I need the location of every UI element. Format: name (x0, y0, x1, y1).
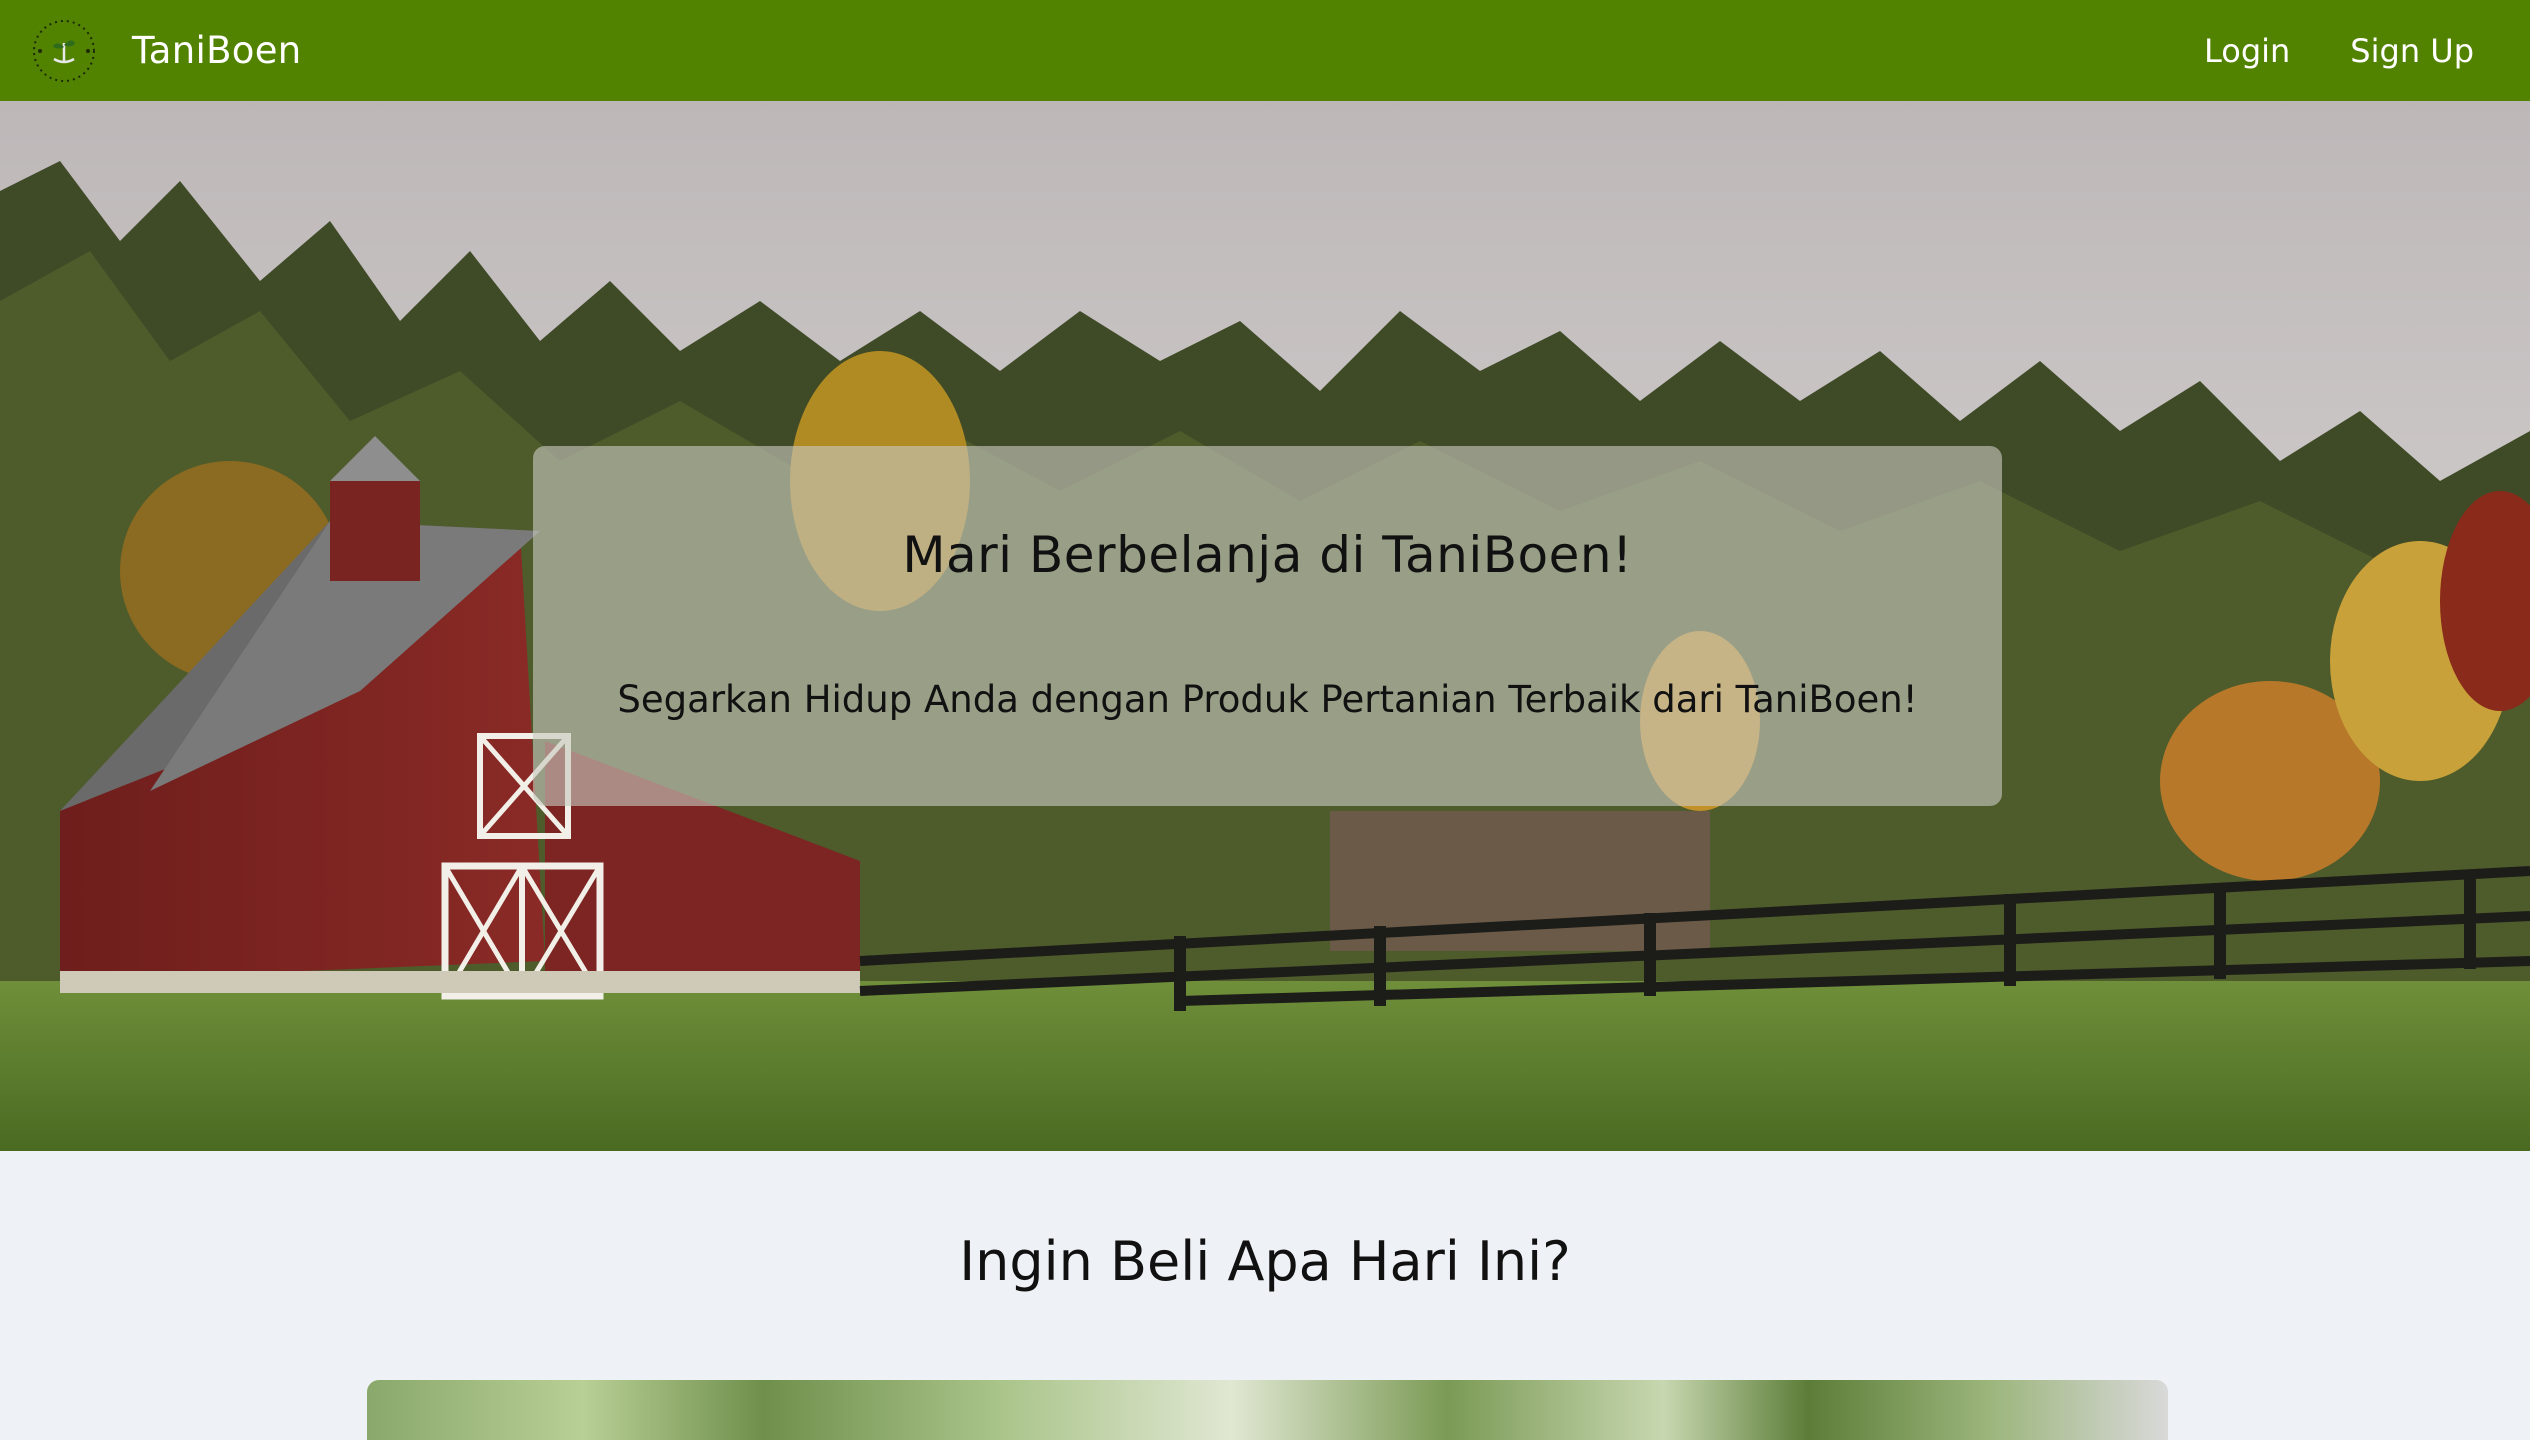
hero-text-card: Mari Berbelanja di TaniBoen! Segarkan Hi… (533, 446, 2002, 806)
nav-links: Login Sign Up (2204, 32, 2474, 70)
hero-title: Mari Berbelanja di TaniBoen! (902, 526, 1633, 584)
section-title: Ingin Beli Apa Hari Ini? (959, 1230, 1571, 1293)
login-link[interactable]: Login (2204, 32, 2290, 70)
signup-link[interactable]: Sign Up (2350, 32, 2474, 70)
brand-name[interactable]: TaniBoen (132, 29, 302, 72)
top-navbar: TaniBoen Login Sign Up (0, 0, 2530, 101)
brand[interactable]: TaniBoen (26, 0, 302, 101)
hero-section: Mari Berbelanja di TaniBoen! Segarkan Hi… (0, 101, 2530, 1151)
hero-subtitle: Segarkan Hidup Anda dengan Produk Pertan… (617, 678, 1918, 721)
product-banner-image[interactable] (367, 1380, 2168, 1440)
taniboen-logo-icon[interactable] (26, 12, 102, 89)
